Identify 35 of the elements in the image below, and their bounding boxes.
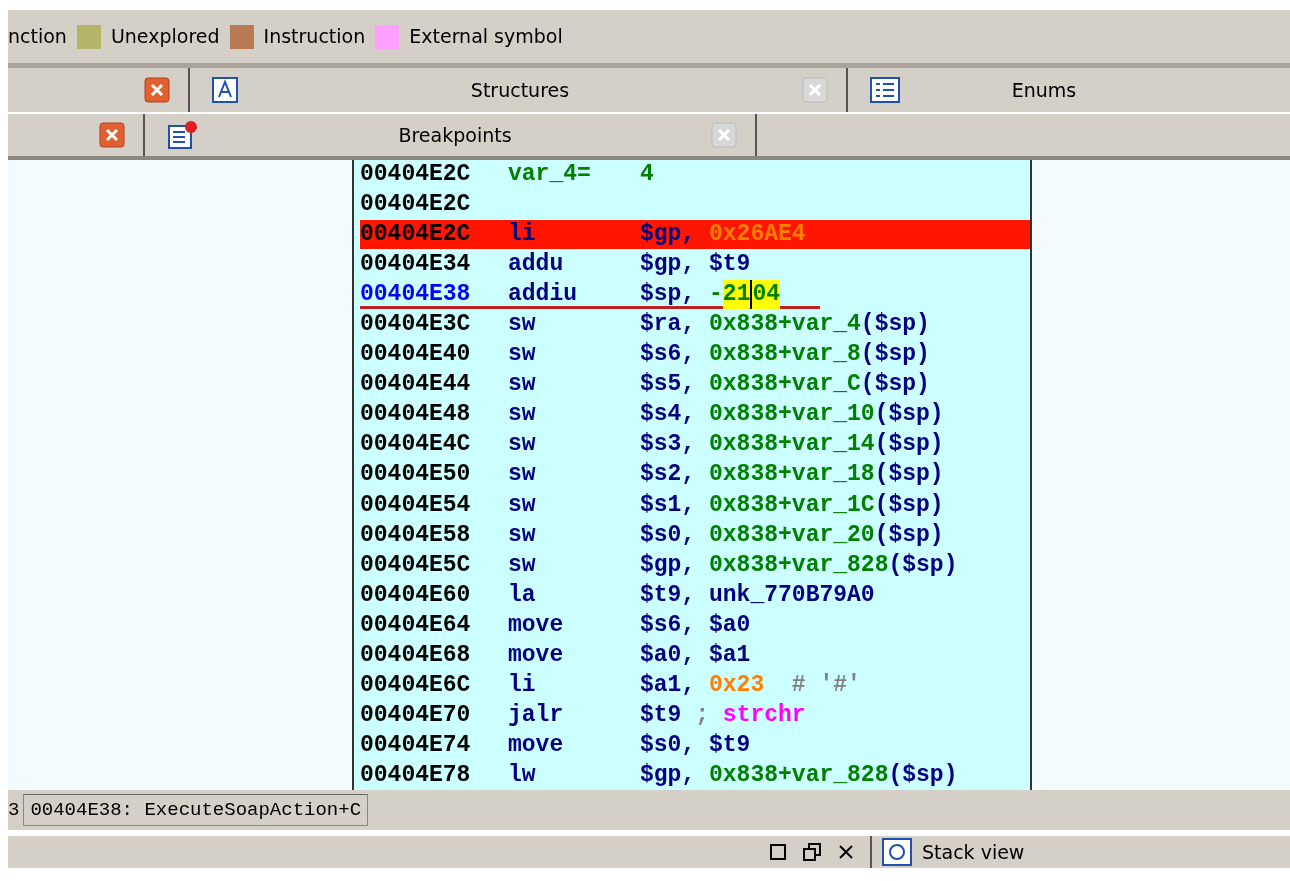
code-line: 00404E68 move $a0, $a1 xyxy=(360,640,752,670)
code-line: 00404E40 sw $s6, 0x838+var_8($sp) xyxy=(360,340,931,370)
tab-label: Enums xyxy=(1010,77,1078,103)
code-line: 00404E60 la $t9, unk_770B79A0 xyxy=(360,580,876,610)
code-line: 00404E64 move $s6, $a0 xyxy=(360,610,752,640)
code-line: 00404E34 addu $gp, $t9 xyxy=(360,250,752,280)
tab-label: Stack view xyxy=(922,839,1025,865)
code-line: 00404E48 sw $s4, 0x838+var_10($sp) xyxy=(360,400,945,430)
status-field: 00404E38: ExecuteSoapAction+C xyxy=(23,794,369,826)
code-line: 00404E70 jalr $t9 ; strchr xyxy=(360,700,807,730)
code-line: 00404E6C li $a1, 0x23 # '#' xyxy=(360,670,862,700)
legend-label: nction xyxy=(8,24,67,50)
tab-label: Breakpoints xyxy=(397,122,513,148)
list-icon xyxy=(870,77,900,103)
restore-icon[interactable] xyxy=(802,842,822,862)
code-line: 00404E58 sw $s0, 0x838+var_20($sp) xyxy=(360,520,945,550)
code-line: 00404E3C sw $ra, 0x838+var_4($sp) xyxy=(360,310,931,340)
tab-label: Structures xyxy=(469,77,571,103)
document-dot-icon xyxy=(167,120,199,150)
code-line: 00404E38 addiu $sp, -2104 xyxy=(360,280,820,310)
code-line: 00404E50 sw $s2, 0x838+var_18($sp) xyxy=(360,460,945,490)
code-line: 00404E4C sw $s3, 0x838+var_14($sp) xyxy=(360,430,945,460)
structure-icon xyxy=(212,77,238,103)
code-line: 00404E54 sw $s1, 0x838+var_1C($sp) xyxy=(360,490,945,520)
code-line: 00404E74 move $s0, $t9 xyxy=(360,730,752,760)
code-line: 00404E5C sw $gp, 0x838+var_828($sp) xyxy=(360,550,959,580)
code-line: 00404E44 sw $s5, 0x838+var_C($sp) xyxy=(360,370,931,400)
status-text: 3 xyxy=(8,797,20,823)
legend-label: External symbol xyxy=(409,24,563,50)
code-line: 00404E2C xyxy=(360,190,472,220)
code-line: 00404E78 lw $gp, 0x838+var_828($sp) xyxy=(360,760,959,790)
maximize-icon[interactable] xyxy=(768,842,788,862)
legend-label: Unexplored xyxy=(110,24,220,50)
legend-label: Instruction xyxy=(263,24,366,50)
code-line: 00404E2C var_4= 4 xyxy=(360,160,655,189)
